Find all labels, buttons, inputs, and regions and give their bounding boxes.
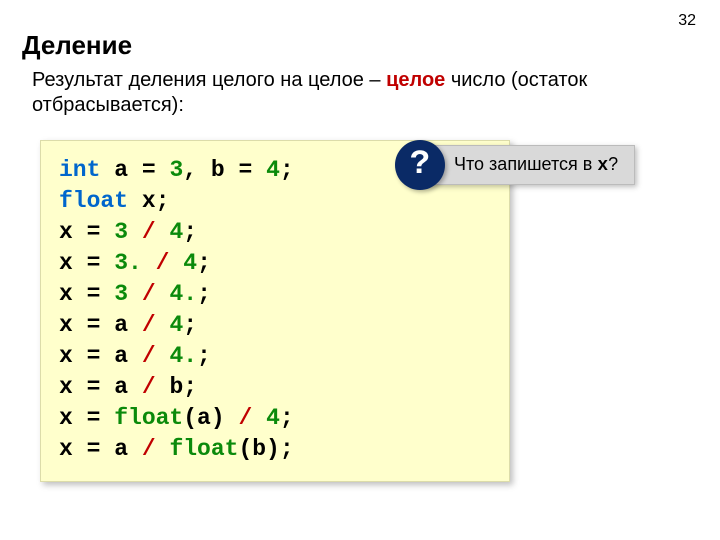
code-block: int a = 3, b = 4; float x; x = 3 / 4; x … [40, 140, 510, 482]
callout-var: x [597, 156, 608, 176]
kw-int: int [59, 157, 100, 183]
desc-em: целое [386, 69, 445, 91]
page-title: Деление [22, 30, 132, 61]
kw-float: float [59, 188, 128, 214]
desc-before: Результат деления целого на целое – [32, 69, 386, 91]
description: Результат деления целого на целое – цело… [32, 68, 680, 118]
callout: ? Что запишется в x? [395, 140, 635, 190]
callout-box: Что запишется в x? [425, 145, 635, 185]
page-number: 32 [678, 12, 696, 30]
callout-text-before: Что запишется в [454, 154, 597, 174]
question-mark-icon: ? [395, 140, 445, 190]
callout-text-after: ? [608, 154, 618, 174]
